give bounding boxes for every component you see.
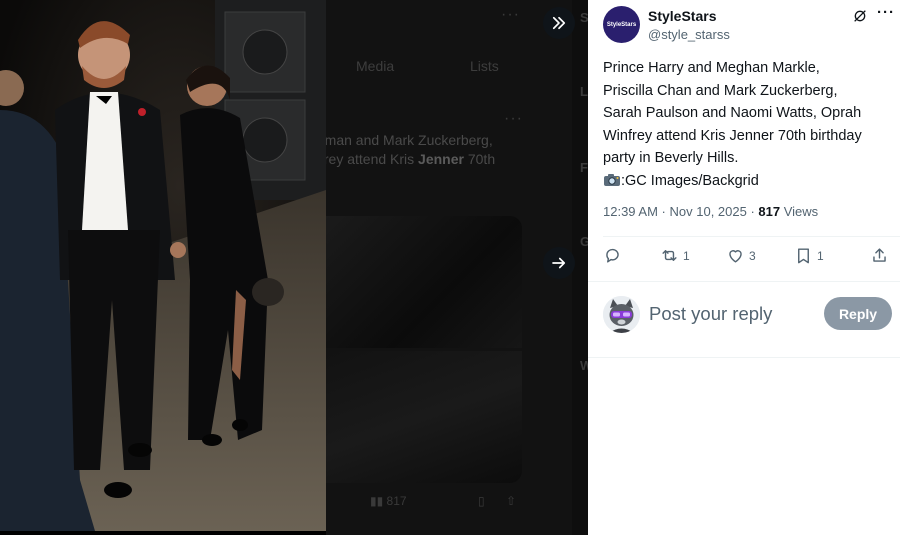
divider <box>588 281 900 282</box>
cat-avatar-icon <box>603 296 640 333</box>
post-credit-line: :GC Images/Backgrid <box>603 170 898 193</box>
double-chevron-right-icon <box>552 16 566 30</box>
author-avatar[interactable]: StyleStars <box>603 6 640 43</box>
background-post-actions: ▮▮ 817 ▯ ⇧ <box>366 494 526 514</box>
background-post-line-1: rman and Mark Zuckerberg, <box>326 132 493 148</box>
photo-illustration <box>0 0 326 531</box>
views-count: 817 <box>758 204 781 219</box>
retweet-count: 1 <box>683 248 690 263</box>
post-meta: 12:39 AM · Nov 10, 2025 · 817 Views <box>603 204 819 219</box>
arrow-right-icon <box>552 257 566 269</box>
post-date[interactable]: Nov 10, 2025 <box>670 204 747 219</box>
background-profile-tabs: Media Lists <box>326 58 588 80</box>
grok-icon[interactable] <box>852 8 868 24</box>
reply-input[interactable]: Post your reply <box>649 303 772 325</box>
photo-credit: :GC Images/Backgrid <box>621 172 759 189</box>
bookmark-icon <box>798 248 809 264</box>
background-side-column: S L F G W <box>572 0 592 535</box>
divider <box>603 236 900 237</box>
views-label: Views <box>783 204 819 219</box>
background-bookmark-icon: ▯ <box>478 494 485 508</box>
post-time[interactable]: 12:39 AM <box>603 204 658 219</box>
post-text-line: Priscilla Chan and Mark Zuckerberg, <box>603 82 838 99</box>
like-count: 3 <box>749 248 756 263</box>
like-button[interactable]: 3 <box>726 246 756 265</box>
camera-icon <box>604 173 620 186</box>
background-tab-media: Media <box>356 58 395 74</box>
background-post-text: rman and Mark Zuckerberg, frey attend Kr… <box>326 131 520 169</box>
post-text-line: Prince Harry and Meghan Markle, <box>603 60 820 76</box>
background-views-count: ▮▮ 817 <box>370 494 407 508</box>
background-post-line-2c: 70th <box>463 151 496 167</box>
divider <box>588 357 900 358</box>
heart-icon <box>729 250 742 263</box>
next-image-button[interactable] <box>543 247 575 279</box>
post-actions: 1 3 1 <box>603 246 893 270</box>
background-post-image-2 <box>326 351 522 483</box>
author-name[interactable]: StyleStars <box>648 8 716 24</box>
author-handle[interactable]: @style_starss <box>648 27 730 42</box>
media-viewer: ··· Media Lists ··· rman and Mark Zucker… <box>0 0 900 535</box>
expand-panel-button[interactable] <box>543 7 575 39</box>
bookmark-count: 1 <box>817 248 824 263</box>
background-post-line-2b: Jenner <box>418 151 464 167</box>
reply-icon <box>606 248 619 263</box>
background-tab-lists: Lists <box>470 58 499 74</box>
post-detail-panel: StyleStars StyleStars @style_starss ··· … <box>588 0 900 535</box>
current-user-avatar[interactable] <box>603 296 640 333</box>
background-share-icon: ⇧ <box>506 494 517 508</box>
background-post-image-1 <box>326 216 522 348</box>
share-button[interactable] <box>870 246 889 265</box>
retweet-button[interactable]: 1 <box>660 246 690 265</box>
reply-submit-button[interactable]: Reply <box>824 297 892 330</box>
post-photo[interactable] <box>0 0 326 531</box>
background-post-more-icon: ··· <box>504 110 523 127</box>
post-text: Prince Harry and Meghan Markle, Priscill… <box>603 57 898 192</box>
more-icon[interactable]: ··· <box>877 4 895 21</box>
author-avatar-logo-text: StyleStars <box>606 21 637 28</box>
background-views-value: 817 <box>386 494 407 508</box>
post-text-line: Winfrey attend Kris Jenner 70th birthday <box>603 127 862 144</box>
background-post-line-2a: frey attend Kris <box>326 151 419 167</box>
bookmark-button[interactable]: 1 <box>794 246 824 265</box>
background-more-icon: ··· <box>501 6 520 23</box>
post-text-line: party in Beverly Hills. <box>603 150 739 166</box>
post-text-line: Sarah Paulson and Naomi Watts, Oprah <box>603 105 862 121</box>
retweet-icon <box>662 250 677 261</box>
reply-button[interactable] <box>603 246 622 265</box>
share-icon <box>873 248 886 262</box>
